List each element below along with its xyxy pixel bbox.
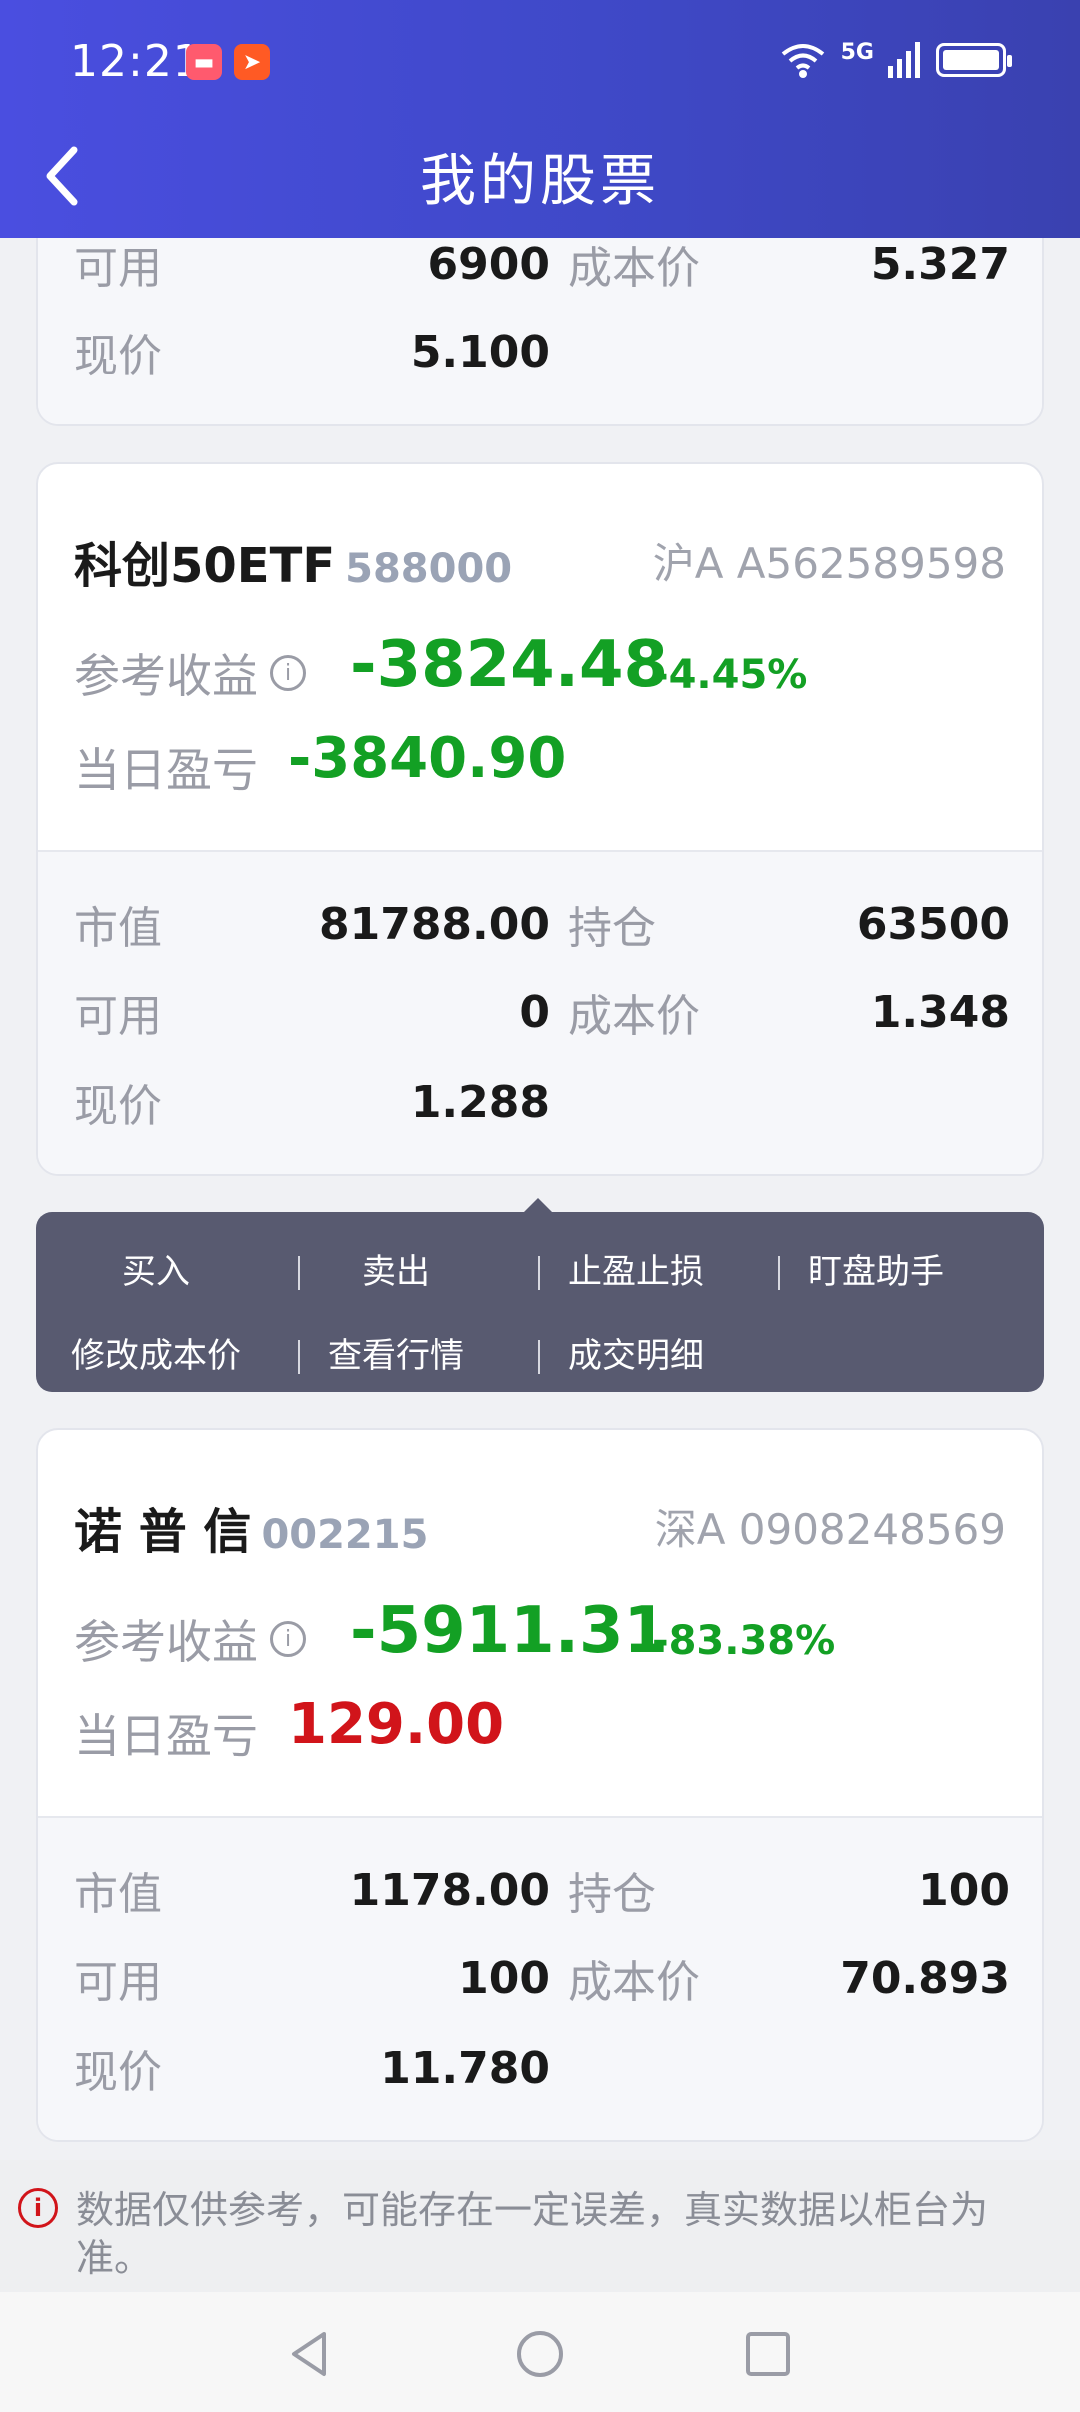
disclaimer-notice: i 数据仅供参考，可能存在一定误差，真实数据以柜台为准。 [0, 2160, 1080, 2292]
status-icons: 5G [779, 40, 1012, 80]
available-value: 6900 [427, 238, 550, 290]
current-price-value: 5.100 [410, 326, 550, 378]
status-time: 12:21 [70, 36, 202, 87]
available-label: 可用 [74, 1957, 162, 2008]
market-value-label: 市值 [74, 1869, 162, 1920]
ref-pnl-percent: -83.38% [652, 1618, 836, 1664]
menu-view-quotes[interactable]: 查看行情 [276, 1326, 516, 1386]
ref-pnl-label-text: 参考收益 [74, 649, 258, 703]
app-header: 12:21 ▬ ➤ 5G 我的股票 [0, 0, 1080, 238]
recents-square-icon[interactable] [738, 2324, 798, 2384]
back-triangle-icon[interactable] [280, 2324, 340, 2384]
send-icon: ➤ [234, 44, 270, 80]
current-price-value: 1.288 [410, 1076, 550, 1128]
menu-take-profit-stop-loss[interactable]: 止盈止损 [516, 1242, 756, 1302]
market-value-label: 市值 [74, 903, 162, 954]
cost-price-label: 成本价 [568, 991, 700, 1042]
position-label: 持仓 [568, 903, 656, 954]
ref-pnl-label: 参考收益 i [74, 640, 306, 706]
current-price-value: 11.780 [380, 2042, 550, 2094]
menu-edit-cost-price[interactable]: 修改成本价 [36, 1326, 276, 1386]
stock-name: 科创50ETF 588000 [74, 526, 512, 596]
position-value: 63500 [856, 898, 1010, 950]
menu-buy[interactable]: 买入 [36, 1242, 276, 1302]
account-number: 沪A A562589598 [652, 539, 1006, 588]
stock-card[interactable]: 诺 普 信 002215 深A 0908248569 参考收益 i -5911.3… [36, 1428, 1044, 2142]
available-label: 可用 [74, 243, 162, 294]
position-label: 持仓 [568, 1869, 656, 1920]
day-pnl-label: 当日盈亏 [74, 743, 258, 797]
warning-icon: i [18, 2188, 58, 2228]
cost-price-value: 5.327 [870, 238, 1010, 290]
stock-name-text: 科创50ETF [74, 538, 336, 594]
disclaimer-text: 数据仅供参考，可能存在一定误差，真实数据以柜台为准。 [76, 2188, 989, 2280]
signal-icon [888, 42, 920, 78]
page-title: 我的股票 [420, 149, 660, 214]
ref-pnl-value: -3824.48 [350, 628, 669, 702]
day-pnl-label: 当日盈亏 [74, 1709, 258, 1763]
account-number: 深A 0908248569 [654, 1505, 1006, 1554]
menu-watch-assistant[interactable]: 盯盘助手 [756, 1242, 996, 1302]
ref-pnl-label: 参考收益 i [74, 1606, 306, 1672]
position-value: 100 [918, 1864, 1010, 1916]
current-price-label: 现价 [74, 331, 162, 382]
shopping-bag-icon: ▬ [186, 44, 222, 80]
stock-card[interactable]: 科创50ETF 588000 沪A A562589598 参考收益 i -3824… [36, 462, 1044, 1176]
cost-price-value: 1.348 [870, 986, 1010, 1038]
available-label: 可用 [74, 991, 162, 1042]
available-value: 0 [519, 986, 550, 1038]
market-value-value: 81788.00 [318, 898, 550, 950]
day-pnl-value: 129.00 [288, 1692, 505, 1757]
menu-trade-details[interactable]: 成交明细 [516, 1326, 756, 1386]
stock-details: 市值 1178.00 持仓 100 可用 100 成本价 70.893 现价 1… [38, 1816, 1042, 2140]
home-circle-icon[interactable] [510, 2324, 570, 2384]
ref-pnl-label-text: 参考收益 [74, 1615, 258, 1669]
stock-name-text: 诺 普 信 [74, 1504, 252, 1560]
cost-price-value: 70.893 [840, 1952, 1010, 2004]
system-nav-bar [0, 2292, 1080, 2412]
stock-name: 诺 普 信 002215 [74, 1492, 428, 1562]
cost-price-label: 成本价 [568, 243, 700, 294]
ref-pnl-value: -5911.31 [350, 1594, 669, 1668]
ref-pnl-percent: -4.45% [652, 652, 808, 698]
cost-price-label: 成本价 [568, 1957, 700, 2008]
stock-code: 002215 [261, 1512, 429, 1558]
current-price-label: 现价 [74, 2047, 162, 2098]
network-type: 5G [840, 40, 874, 65]
market-value-value: 1178.00 [349, 1864, 550, 1916]
current-price-label: 现价 [74, 1081, 162, 1132]
info-icon[interactable]: i [270, 655, 306, 691]
wifi-icon [781, 44, 824, 78]
available-value: 100 [458, 1952, 550, 2004]
stock-action-menu: 买入 卖出 止盈止损 盯盘助手 修改成本价 查看行情 成交明细 [36, 1212, 1044, 1392]
stock-code: 588000 [345, 546, 513, 592]
info-icon[interactable]: i [270, 1621, 306, 1657]
day-pnl-value: -3840.90 [288, 726, 567, 791]
battery-icon [936, 43, 1012, 77]
stock-details: 市值 81788.00 持仓 63500 可用 0 成本价 1.348 现价 1… [38, 850, 1042, 1174]
menu-sell[interactable]: 卖出 [276, 1242, 516, 1302]
